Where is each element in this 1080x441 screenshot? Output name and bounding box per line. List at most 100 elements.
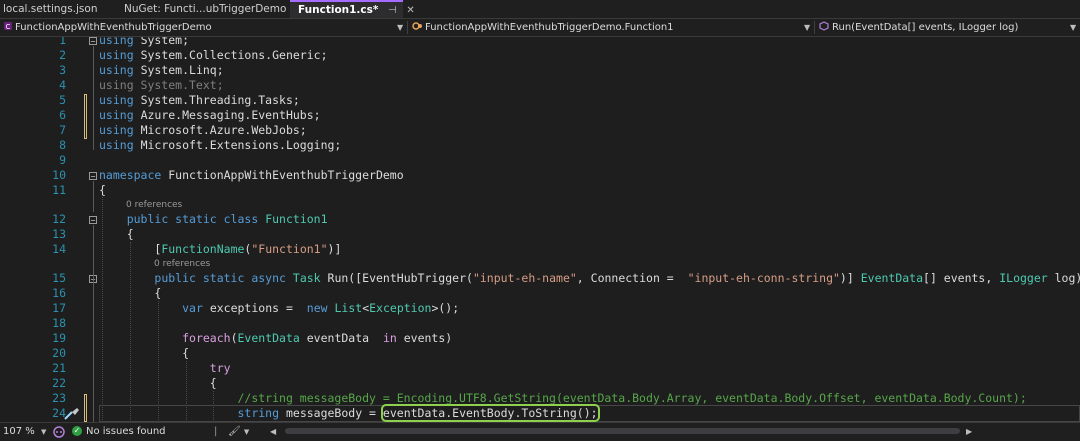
collapse-icon[interactable]: − [89,172,97,181]
chevron-down-icon[interactable]: ▼ [397,19,403,36]
code-cleanup-button[interactable]: 🖌 ▼ [228,423,249,441]
code-token: public static async [154,271,286,285]
chevron-down-icon[interactable]: ▼ [1070,19,1076,36]
code-token: //string messageBody = Encoding.UTF8.Get… [237,391,1027,405]
member-dropdown[interactable]: Run(EventData[] events, ILogger log) [819,19,1018,36]
code-token: new [306,301,328,315]
code-line: { [99,183,1080,198]
collapse-icon[interactable]: − [89,216,97,225]
code-token: public static class [126,212,259,226]
scroll-left-button[interactable]: ◀ [270,423,276,441]
line-number: 2 [59,48,66,62]
codelens-references[interactable]: 0 references [126,200,182,211]
code-token: "input-eh-conn-string" [687,271,840,285]
document-tab-bar: local.settings.json NuGet: Functi...ubTr… [0,0,1080,19]
line-number: 19 [52,331,66,345]
line-number: 10 [52,168,66,182]
project-dropdown[interactable]: C FunctionAppWithEventhubTriggerDemo [3,19,212,36]
code-token: exceptions = [209,301,300,315]
line-number: 11 [52,183,66,197]
method-icon [819,21,829,31]
code-token: >(); [431,301,460,315]
code-token: { [154,286,162,300]
scroll-right-button[interactable]: ▶ [966,423,972,441]
close-icon[interactable]: ✕ [406,5,414,16]
line-number: 22 [52,376,66,390]
code-token: eventData [306,331,376,345]
fold-line [93,46,94,150]
class-dropdown[interactable]: FunctionAppWithEventhubTriggerDemo.Funct… [412,19,674,36]
code-token: ( [230,331,238,345]
chevron-down-icon[interactable]: ▼ [804,19,810,36]
code-token: string [237,406,280,420]
zoom-dropdown[interactable]: 107 % ▼ [3,423,46,441]
chevron-down-icon: ▼ [40,428,47,436]
code-line: using Microsoft.Extensions.Logging; [99,138,1080,153]
project-name: FunctionAppWithEventhubTriggerDemo [15,22,212,33]
codelens-references[interactable]: 0 references [154,259,210,270]
code-token: [] events, [923,271,993,285]
highlighted-code: eventData.EventBody.ToString(); [380,404,600,422]
collapse-icon[interactable]: − [89,37,97,46]
line-number: 4 [59,78,66,92]
class-icon [412,22,422,30]
change-marker [84,394,87,422]
code-token: , Connection = [576,271,681,285]
code-token: System.Threading.Tasks; [140,93,300,107]
code-token: "input-eh-name" [472,271,577,285]
code-token: System.Collections.Generic; [140,48,328,62]
code-line: using Microsoft.Azure.WebJobs; [99,123,1080,138]
quick-actions-screwdriver-icon[interactable] [63,407,81,421]
line-number: 15 [52,271,66,285]
class-name: FunctionAppWithEventhubTriggerDemo.Funct… [425,22,674,33]
code-token: System.Linq; [140,63,224,77]
line-number: 20 [52,346,66,360]
check-circle-icon: ✓ [72,426,82,436]
code-token: foreach [182,331,231,345]
issues-indicator[interactable]: ✓ No issues found [72,423,166,441]
code-token: EventData [237,331,300,345]
csharp-project-icon: C [4,22,12,31]
tab-nuget[interactable]: NuGet: Functi...ubTriggerDemo [120,0,286,18]
pin-icon[interactable]: ⊣ [388,5,397,16]
line-number-gutter: 1 2 3 4 5 6 7 8 9 10 11 12 13 14 15 16 1… [0,37,68,422]
code-line: using System.Collections.Generic; [99,48,1080,63]
tab-local-settings[interactable]: local.settings.json [0,0,103,18]
code-token: { [209,376,217,390]
horizontal-scrollbar[interactable] [285,428,960,434]
line-number: 12 [52,212,66,226]
code-token: System; [140,37,190,47]
code-token: Run([EventHubTrigger( [327,271,473,285]
svg-text:C: C [6,23,11,31]
code-line: using System.Text; [99,78,1080,93]
code-token: var [182,301,203,315]
code-token: FunctionName [161,242,245,256]
line-number: 3 [59,63,66,77]
brush-icon: 🖌 [228,426,241,437]
tab-function1[interactable]: Function1.cs* ⊣ ✕ [290,0,415,18]
code-line: foreach(EventData eventData in events) [99,331,1080,346]
code-token: EventData [860,271,924,285]
code-token: { [126,227,134,241]
line-number: 6 [59,108,66,122]
code-token: )] [839,271,854,285]
code-token: FunctionAppWithEventhubTriggerDemo [168,168,404,182]
code-token: Azure.Messaging.EventHubs; [140,108,321,122]
code-line: public static async Task Run([EventHubTr… [99,271,1080,286]
change-marker [84,94,87,139]
copilot-icon[interactable] [52,426,66,438]
code-editor[interactable]: 1 2 3 4 5 6 7 8 9 10 11 12 13 14 15 16 1… [0,37,1080,422]
code-line: { [99,376,1080,391]
line-number: 5 [59,93,66,107]
line-number: 1 [59,37,66,47]
code-line: { [99,346,1080,361]
code-token: events) [403,331,453,345]
code-token: ILogger [999,271,1048,285]
code-token: try [209,361,231,375]
code-token: using [99,108,134,122]
code-line: using System; [99,37,1080,48]
code-line: string messageBody = eventData.EventBody… [99,404,1080,422]
line-number: 18 [52,316,66,330]
code-token: Microsoft.Extensions.Logging; [140,138,342,152]
